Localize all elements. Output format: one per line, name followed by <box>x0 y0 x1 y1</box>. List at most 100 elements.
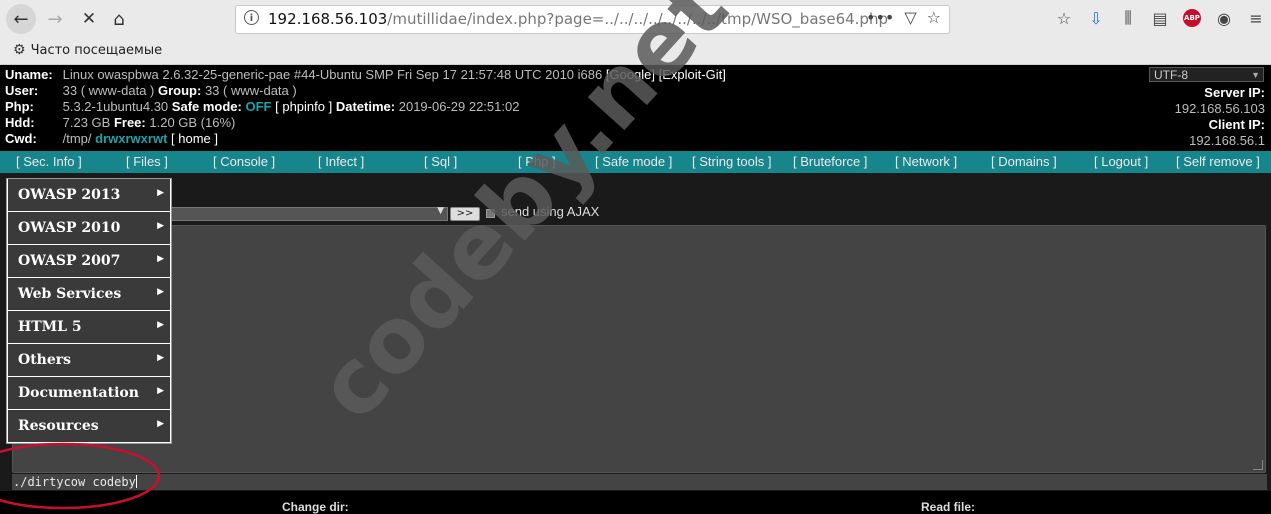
url-actions: ••• ▽ ☆ <box>866 8 941 27</box>
menu-icon[interactable]: ≡ <box>1244 6 1268 30</box>
back-icon[interactable]: ← <box>6 4 36 34</box>
bookmark-label: Часто посещаемые <box>30 42 163 58</box>
library-icon[interactable]: ⫼ <box>1116 6 1140 30</box>
wso-info-panel: Uname: Linux owaspbwa 2.6.32-25-generic-… <box>0 65 1271 151</box>
forward-icon[interactable]: → <box>40 4 70 34</box>
uname-value: Linux owaspbwa 2.6.32-25-generic-pae #44… <box>62 67 603 82</box>
browser-toolbar: ← → ✕ ⌂ i 192.168.56.103/mutillidae/inde… <box>0 0 1271 38</box>
menu-network[interactable]: [ Network ] <box>895 154 957 169</box>
charset-value: UTF-8 <box>1154 68 1188 82</box>
ajax-checkbox[interactable] <box>486 209 495 218</box>
chevron-right-icon: ▶ <box>157 254 164 264</box>
text-cursor <box>135 475 137 488</box>
bottom-strip <box>0 491 1271 507</box>
charset-select[interactable]: UTF-8 ▼ <box>1149 67 1264 82</box>
adblock-icon: ABP <box>1183 9 1201 27</box>
console-panel: ▼ >> send using AJAX ./dirtycow codeby <box>0 173 1271 507</box>
menu-string-tools[interactable]: [ String tools ] <box>692 154 771 169</box>
chevron-right-icon: ▶ <box>157 419 164 429</box>
chevron-right-icon: ▶ <box>157 386 164 396</box>
menu-sql[interactable]: [ Sql ] <box>424 154 457 169</box>
info-icon[interactable]: i <box>244 10 259 25</box>
bookmark-most-visited[interactable]: ⚙ Часто посещаемые <box>13 42 162 58</box>
menu-web-services[interactable]: Web Services ▶ <box>8 278 170 310</box>
chevron-right-icon: ▶ <box>157 320 164 330</box>
wso-menu-bar: [ Sec. Info ] [ Files ] [ Console ] [ In… <box>0 151 1271 173</box>
datetime-value: 2019-06-29 22:51:02 <box>398 99 520 114</box>
menu-owasp-2010[interactable]: OWASP 2010 ▶ <box>8 212 170 244</box>
menu-label: OWASP 2013 <box>18 187 121 203</box>
home-icon[interactable]: ⌂ <box>104 4 134 34</box>
menu-resources[interactable]: Resources ▶ <box>8 410 170 442</box>
console-output[interactable] <box>12 225 1266 473</box>
phpinfo-link[interactable]: [ phpinfo ] <box>275 99 332 114</box>
menu-console[interactable]: [ Console ] <box>213 154 275 169</box>
stop-icon[interactable]: ✕ <box>74 4 104 34</box>
menu-label: OWASP 2010 <box>18 220 121 236</box>
free-key: Free: <box>113 115 146 130</box>
google-link[interactable]: [Google] <box>606 67 655 82</box>
account-icon[interactable]: ◉ <box>1212 6 1236 30</box>
safemode-value: OFF <box>245 99 272 114</box>
run-button[interactable]: >> <box>450 207 480 221</box>
url-text[interactable]: 192.168.56.103/mutillidae/index.php?page… <box>268 10 888 28</box>
exploit-git-link[interactable]: [Exploit-Git] <box>659 67 726 82</box>
url-host: 192.168.56.103 <box>268 10 388 28</box>
pocket-icon[interactable]: ▽ <box>904 8 916 27</box>
uname-row: Uname: Linux owaspbwa 2.6.32-25-generic-… <box>5 67 726 83</box>
menu-php[interactable]: [ Php ] <box>518 154 556 169</box>
menu-safe-mode[interactable]: [ Safe mode ] <box>595 154 672 169</box>
chevron-right-icon: ▶ <box>157 188 164 198</box>
menu-label: Web Services <box>18 286 122 302</box>
adblock-button[interactable]: ABP <box>1180 6 1204 30</box>
menu-owasp-2013[interactable]: OWASP 2013 ▶ <box>8 179 170 211</box>
resize-handle[interactable] <box>1253 460 1263 470</box>
cwd-permissions: drwxrwxrwt <box>95 131 168 146</box>
menu-label: Resources <box>18 418 99 434</box>
menu-html5[interactable]: HTML 5 ▶ <box>8 311 170 343</box>
free-value: 1.20 GB (16%) <box>149 115 236 130</box>
menu-sec-info[interactable]: [ Sec. Info ] <box>16 154 82 169</box>
command-input[interactable]: ./dirtycow codeby <box>12 474 1267 490</box>
menu-label: OWASP 2007 <box>18 253 121 269</box>
read-file-label: Read file: <box>921 500 976 514</box>
home-link[interactable]: [ home ] <box>171 131 218 146</box>
gear-icon: ⚙ <box>13 42 26 58</box>
group-value: 33 ( www-data ) <box>204 83 297 98</box>
download-icon[interactable]: ⇩ <box>1084 6 1108 30</box>
uname-key: Uname: <box>5 67 53 82</box>
menu-domains[interactable]: [ Domains ] <box>991 154 1057 169</box>
datetime-key: Datetime: <box>335 99 396 114</box>
menu-others[interactable]: Others ▶ <box>8 344 170 376</box>
menu-self-remove[interactable]: [ Self remove ] <box>1176 154 1260 169</box>
command-select[interactable]: ▼ <box>168 206 448 221</box>
sidebar-icon[interactable]: ▤ <box>1148 6 1172 30</box>
menu-infect[interactable]: [ Infect ] <box>318 154 364 169</box>
menu-label: Documentation <box>18 385 139 401</box>
mutillidae-menu: OWASP 2013 ▶ OWASP 2010 ▶ OWASP 2007 ▶ Web … <box>6 178 172 444</box>
client-ip-label: Client IP: <box>1208 117 1265 132</box>
bookmarks-bar: ⚙ Часто посещаемые <box>0 38 1271 65</box>
menu-documentation[interactable]: Documentation ▶ <box>8 377 170 409</box>
php-row: Php: 5.3.2-1ubuntu4.30 Safe mode: OFF [ … <box>5 99 519 115</box>
reading-list-icon[interactable]: ☆ <box>1052 6 1076 30</box>
more-icon[interactable]: ••• <box>866 8 894 27</box>
chevron-right-icon: ▶ <box>157 287 164 297</box>
menu-files[interactable]: [ Files ] <box>126 154 168 169</box>
cwd-row: Cwd: /tmp/ drwxrwxrwt [ home ] <box>5 131 218 147</box>
ajax-label: send using AJAX <box>501 204 600 219</box>
url-path: /mutillidae/index.php?page=../../../../.… <box>387 10 888 28</box>
server-ip-label: Server IP: <box>1204 85 1265 100</box>
url-bar[interactable]: i 192.168.56.103/mutillidae/index.php?pa… <box>235 5 950 34</box>
chevron-right-icon: ▶ <box>157 221 164 231</box>
menu-logout[interactable]: [ Logout ] <box>1094 154 1148 169</box>
menu-bruteforce[interactable]: [ Bruteforce ] <box>793 154 867 169</box>
chevron-down-icon: ▼ <box>1251 70 1260 80</box>
menu-owasp-2007[interactable]: OWASP 2007 ▶ <box>8 245 170 277</box>
chevron-down-icon: ▼ <box>437 206 444 216</box>
cwd-path-link[interactable]: /tmp/ <box>63 131 92 146</box>
star-icon[interactable]: ☆ <box>927 8 941 27</box>
hdd-key: Hdd: <box>5 115 35 130</box>
cwd-key: Cwd: <box>5 131 37 146</box>
command-text: ./dirtycow codeby <box>13 475 136 489</box>
